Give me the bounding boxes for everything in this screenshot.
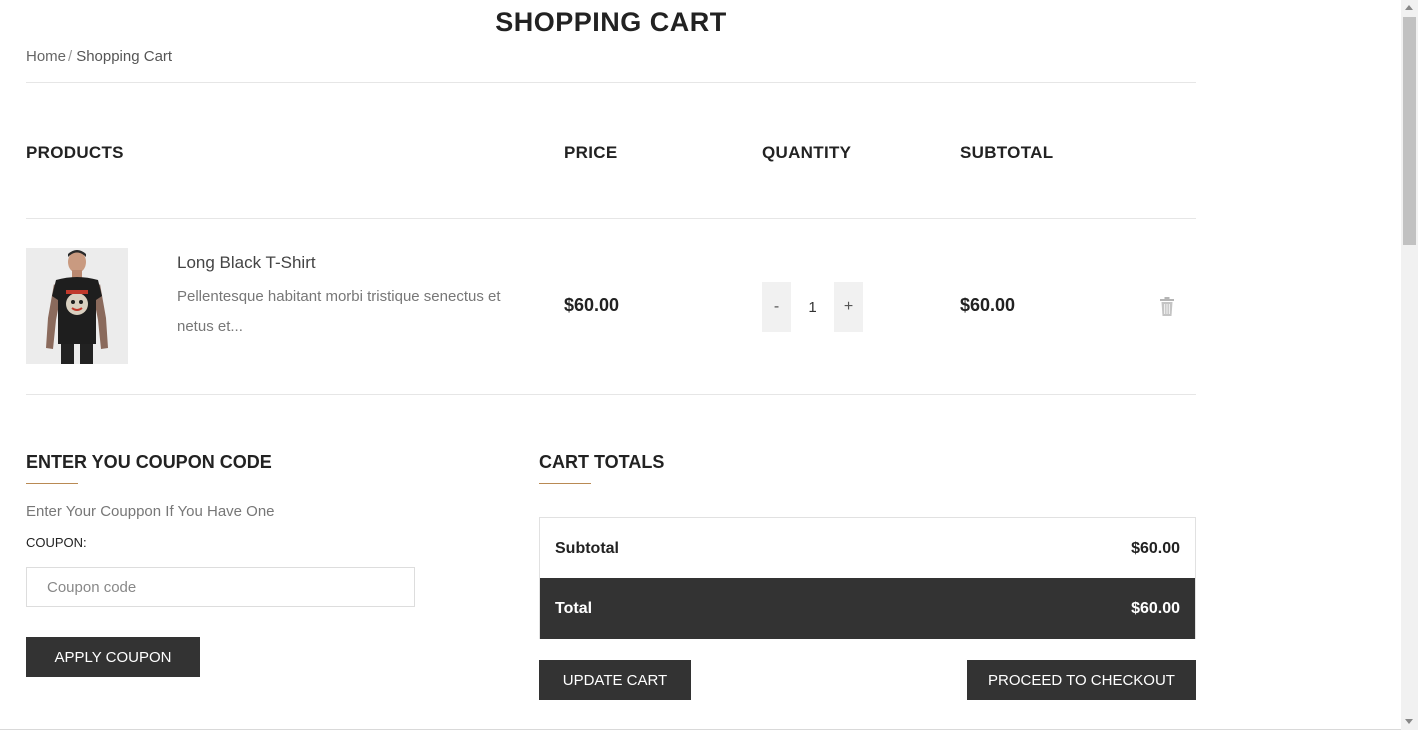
breadcrumb-home-link[interactable]: Home bbox=[26, 48, 66, 65]
scroll-down-icon[interactable] bbox=[1405, 719, 1413, 724]
scrollbar-thumb[interactable] bbox=[1403, 17, 1416, 245]
quantity-decrement-button[interactable]: - bbox=[762, 282, 791, 332]
totals-total-label: Total bbox=[555, 599, 593, 617]
trash-icon[interactable] bbox=[1159, 297, 1175, 316]
cart-totals-heading: CART TOTALS bbox=[539, 452, 665, 472]
quantity-increment-button[interactable]: + bbox=[834, 282, 863, 332]
coupon-code-input[interactable] bbox=[26, 567, 415, 607]
header-products: PRODUCTS bbox=[26, 143, 124, 162]
scroll-up-icon[interactable] bbox=[1405, 5, 1413, 10]
proceed-to-checkout-button[interactable]: PROCEED TO CHECKOUT bbox=[967, 660, 1196, 700]
totals-total-value: $60.00 bbox=[1131, 599, 1180, 617]
coupon-description: Enter Your Couppon If You Have One bbox=[26, 503, 275, 520]
totals-total-row: Total $60.00 bbox=[540, 578, 1195, 639]
divider bbox=[26, 218, 1196, 219]
product-image[interactable] bbox=[26, 248, 128, 364]
coupon-label: COUPON: bbox=[26, 535, 87, 550]
shopping-cart-page: SHOPPING CART Home / Shopping Cart PRODUCT… bbox=[0, 0, 1418, 730]
header-quantity: QUANTITY bbox=[762, 143, 852, 162]
totals-subtotal-label: Subtotal bbox=[555, 539, 619, 557]
coupon-heading: ENTER YOU COUPON CODE bbox=[26, 452, 272, 472]
cart-totals-table: Subtotal $60.00 Total $60.00 bbox=[539, 517, 1196, 639]
divider bbox=[26, 82, 1196, 83]
totals-subtotal-value: $60.00 bbox=[1131, 539, 1180, 557]
header-price: PRICE bbox=[564, 143, 618, 162]
breadcrumb-separator: / bbox=[68, 48, 73, 65]
totals-subtotal-row: Subtotal $60.00 bbox=[540, 518, 1195, 579]
vertical-scrollbar[interactable] bbox=[1401, 0, 1418, 730]
breadcrumb-current: Shopping Cart bbox=[76, 48, 173, 65]
divider bbox=[26, 394, 1196, 395]
product-price: $60.00 bbox=[564, 295, 620, 315]
product-description: Pellentesque habitant morbi tristique se… bbox=[177, 288, 501, 335]
breadcrumb: Home / Shopping Cart bbox=[26, 48, 172, 65]
header-subtotal: SUBTOTAL bbox=[960, 143, 1054, 162]
heading-underline bbox=[26, 483, 78, 484]
product-name-link[interactable]: Long Black T-Shirt bbox=[177, 253, 316, 273]
quantity-input[interactable] bbox=[791, 282, 834, 332]
page-title: SHOPPING CART bbox=[495, 7, 727, 37]
t-shirt-model-image bbox=[26, 248, 128, 364]
quantity-stepper: - + bbox=[762, 282, 863, 332]
heading-underline bbox=[539, 483, 591, 484]
apply-coupon-button[interactable]: APPLY COUPON bbox=[26, 637, 200, 677]
update-cart-button[interactable]: UPDATE CART bbox=[539, 660, 691, 700]
product-subtotal: $60.00 bbox=[960, 295, 1016, 315]
